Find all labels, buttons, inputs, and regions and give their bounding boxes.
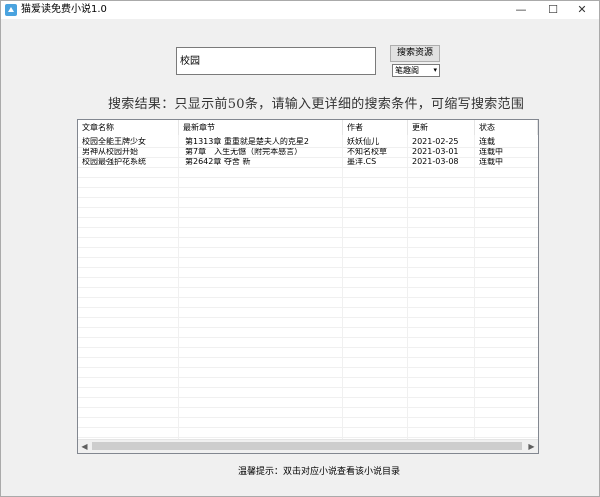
window-title: 猫爱读免费小说1.0 [21,4,107,15]
row-divider [78,157,538,158]
row-divider [78,377,538,378]
row-divider [78,347,538,348]
row-divider [78,147,538,148]
cell-latest-chapter: 第2642章 夺舍 新 [185,157,251,166]
column-header-title[interactable]: 文章名称 [78,120,179,135]
row-divider [78,417,538,418]
hint-text: 温馨提示：双击对应小说查看该小说目录 [238,467,401,477]
cell-updated: 2021-02-25 [412,137,459,146]
search-button[interactable]: 搜索资源 [390,45,440,62]
row-divider [78,357,538,358]
cell-updated: 2021-03-01 [412,147,459,156]
scroll-right-icon[interactable]: ▶ [525,440,538,453]
cell-updated: 2021-03-08 [412,157,459,166]
cell-status: 连载中 [479,147,503,156]
row-divider [78,327,538,328]
row-divider [78,197,538,198]
scrollbar-thumb[interactable] [92,442,522,450]
table-row[interactable]: 男神从校园开始 第7章 入生无憾（附完本感言） 不知名校草 2021-03-01… [78,147,538,157]
app-window: 猫爱读免费小说1.0 — ☐ ✕ 校园 搜索资源 笔趣阁 ▾ 搜索结果：只显示前… [0,0,600,497]
cell-title: 校园全能王牌少女 [82,137,146,146]
row-divider [78,437,538,438]
row-divider [78,187,538,188]
table-header: 文章名称 最新章节 作者 更新 状态 [78,120,538,135]
row-divider [78,217,538,218]
row-divider [78,387,538,388]
row-divider [78,237,538,238]
row-divider [78,177,538,178]
maximize-button[interactable]: ☐ [538,1,568,19]
chevron-down-icon: ▾ [433,66,437,74]
row-divider [78,317,538,318]
cell-latest-chapter: 第1313章 重重就是楚夫人的克星2 [185,137,309,146]
row-divider [78,337,538,338]
row-divider [78,297,538,298]
row-divider [78,277,538,278]
cell-author: 不知名校草 [347,147,387,156]
column-header-status[interactable]: 状态 [475,120,538,135]
cell-status: 连载 [479,137,495,146]
column-header-updated[interactable]: 更新 [408,120,475,135]
source-select[interactable]: 笔趣阁 ▾ [392,64,440,77]
close-button[interactable]: ✕ [567,1,597,19]
table-row[interactable]: 校园最强护花系统 第2642章 夺舍 新 墨洋.CS 2021-03-08 连载… [78,157,538,167]
cell-title: 男神从校园开始 [82,147,138,156]
row-divider [78,397,538,398]
row-divider [78,267,538,268]
cell-title: 校园最强护花系统 [82,157,146,166]
row-divider [78,207,538,208]
horizontal-scrollbar[interactable]: ◀ ▶ [78,439,538,453]
row-divider [78,287,538,288]
title-bar: 猫爱读免费小说1.0 — ☐ ✕ [1,1,599,19]
cell-author: 墨洋.CS [347,157,377,166]
results-table[interactable]: 文章名称 最新章节 作者 更新 状态 校园全能王牌少女 第1313章 重重就是楚… [77,119,539,454]
row-divider [78,167,538,168]
cell-latest-chapter: 第7章 入生无憾（附完本感言） [185,147,303,156]
scroll-left-icon[interactable]: ◀ [78,440,91,453]
row-divider [78,307,538,308]
search-input[interactable]: 校园 [176,47,376,75]
cell-status: 连载中 [479,157,503,166]
row-divider [78,367,538,368]
source-select-value: 笔趣阁 [395,66,419,75]
column-header-latest-chapter[interactable]: 最新章节 [179,120,343,135]
minimize-button[interactable]: — [506,1,536,19]
result-info-text: 搜索结果：只显示前50条，请输入更详细的搜索条件，可缩写搜索范围 [108,97,525,112]
cell-author: 妖妖仙儿 [347,137,379,146]
row-divider [78,427,538,428]
column-header-author[interactable]: 作者 [343,120,408,135]
row-divider [78,227,538,228]
row-divider [78,247,538,248]
row-divider [78,257,538,258]
table-row[interactable]: 校园全能王牌少女 第1313章 重重就是楚夫人的克星2 妖妖仙儿 2021-02… [78,137,538,147]
row-divider [78,407,538,408]
app-logo-icon [5,4,17,16]
